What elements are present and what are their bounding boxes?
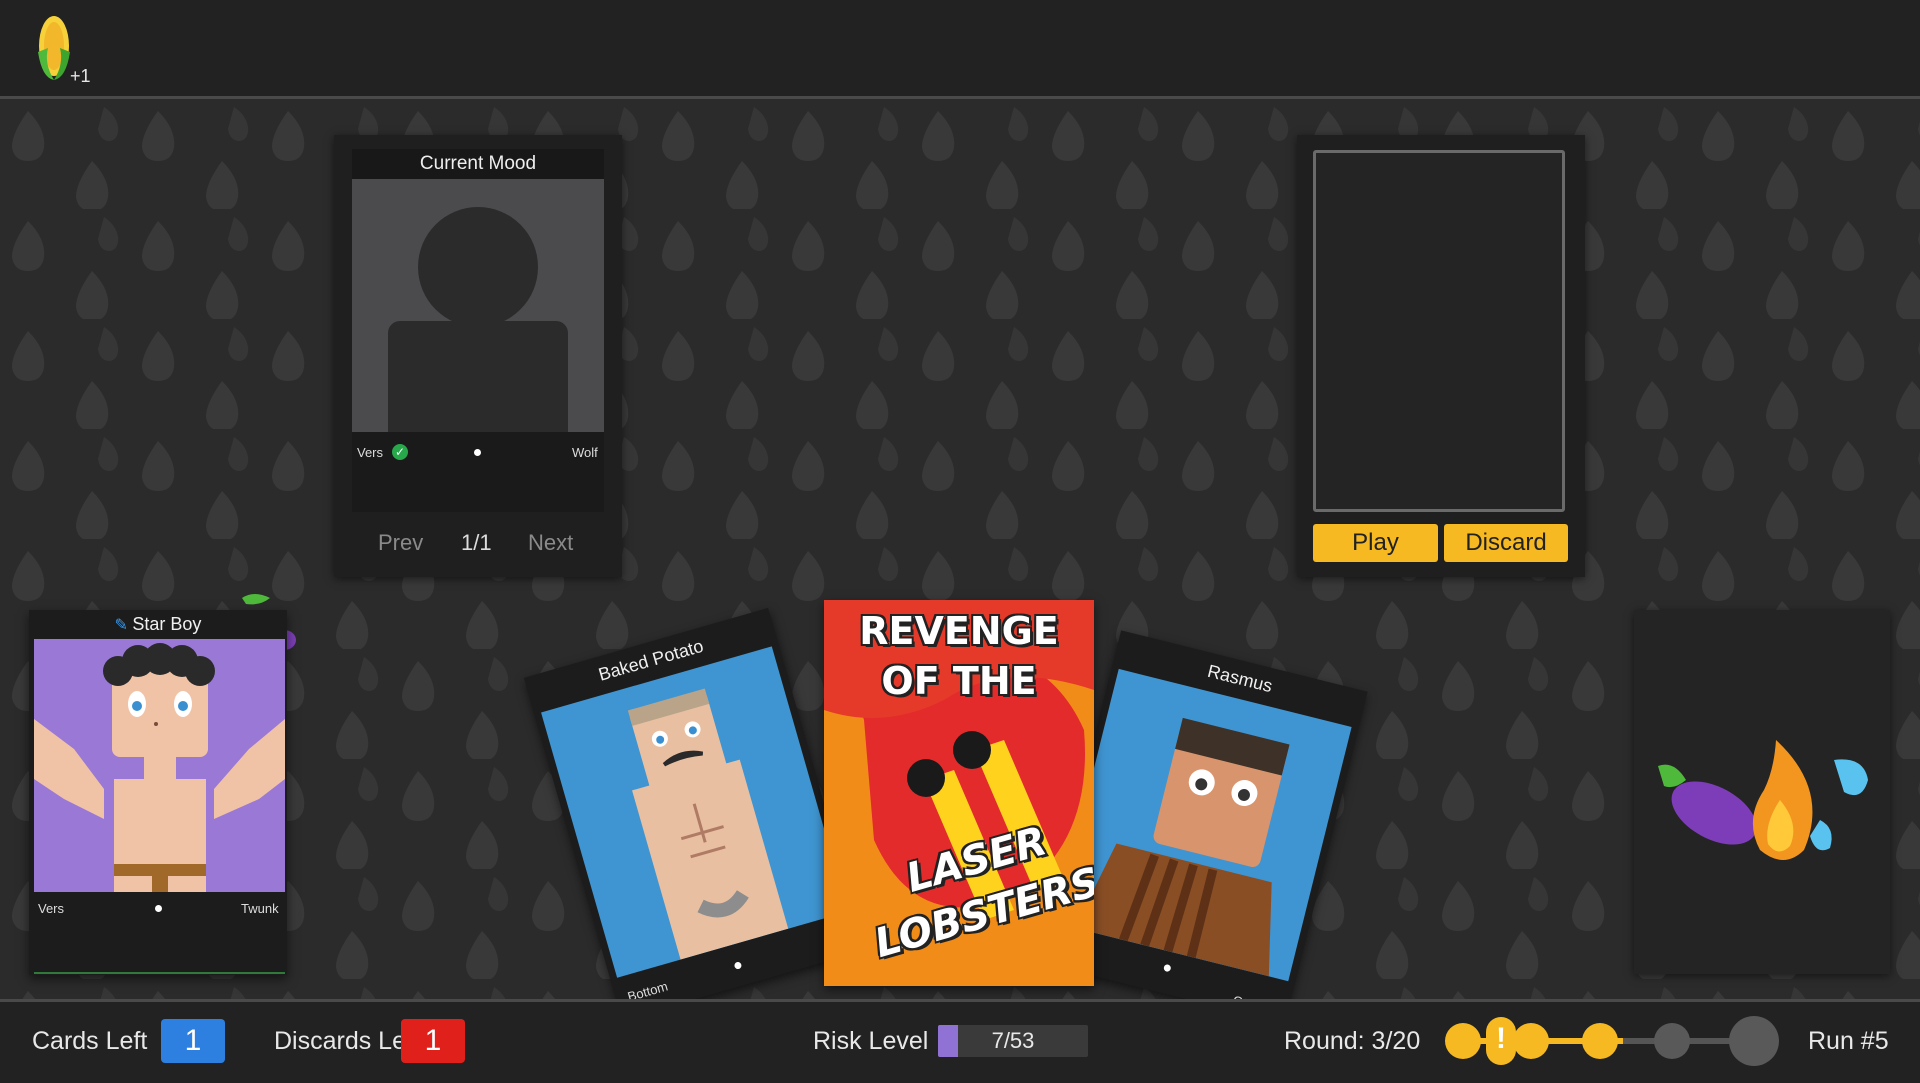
card-stat-left: Vers	[38, 901, 65, 916]
card-drop-slot[interactable]	[1313, 150, 1565, 512]
pen-icon: ✎	[114, 617, 128, 634]
card-title-bar: ✎ Star Boy	[29, 610, 287, 638]
card-dot	[155, 905, 162, 912]
boss-warning-icon: !	[1486, 1017, 1516, 1065]
fire-icon	[1752, 740, 1813, 860]
prev-button[interactable]: Prev	[378, 530, 423, 556]
round-node-2	[1513, 1023, 1549, 1059]
card-name: Star Boy	[132, 614, 202, 634]
round-node-4	[1654, 1023, 1690, 1059]
event-title-top: REVENGE OF THE	[859, 609, 1059, 703]
page-indicator: 1/1	[461, 530, 492, 555]
hand-card-laser-lobsters[interactable]: REVENGE OF THE LASER LOBSTERS!	[824, 600, 1094, 986]
round-track: !	[1443, 1016, 1783, 1066]
play-slot-panel: Play Discard	[1297, 135, 1585, 577]
mood-stat-left: Vers	[357, 445, 384, 460]
round-label: Round: 3/20	[1284, 1027, 1421, 1055]
corn-icon[interactable]	[34, 12, 74, 84]
card-stat-right: Twunk	[241, 901, 279, 916]
card-dot	[1163, 963, 1172, 973]
deck-emoji	[1658, 740, 1868, 860]
currency-bonus: +1	[70, 66, 91, 86]
card-progress-line	[34, 972, 285, 974]
top-bar: +1	[0, 0, 1920, 99]
mood-stat-right: Wolf	[572, 445, 598, 460]
discards-left-label: Discards Left	[274, 1027, 420, 1055]
mood-silhouette	[352, 179, 604, 432]
mood-title: Current Mood	[352, 149, 604, 179]
next-button[interactable]: Next	[528, 530, 573, 556]
discard-button[interactable]: Discard	[1444, 524, 1568, 562]
risk-level-label: Risk Level	[813, 1027, 929, 1055]
round-node-1	[1445, 1023, 1481, 1059]
risk-value: 7/53	[991, 1028, 1035, 1053]
deck-pile[interactable]	[1634, 610, 1890, 974]
discards-left-counter: 1	[401, 1019, 465, 1063]
eggplant-icon	[1658, 764, 1757, 845]
run-label: Run #5	[1808, 1027, 1889, 1055]
cards-left-counter: 1	[161, 1019, 225, 1063]
play-button[interactable]: Play	[1313, 524, 1438, 562]
checkmark-icon: ✓	[392, 444, 408, 460]
round-node-3	[1582, 1023, 1618, 1059]
risk-meter: 7/53	[938, 1025, 1088, 1057]
mood-dot	[474, 449, 481, 456]
star-boy-portrait	[34, 639, 285, 892]
droplets-icon	[1810, 759, 1868, 851]
star-boy-card[interactable]: ✎ Star Boy Vers Twunk	[29, 610, 287, 975]
card-dot	[733, 961, 743, 970]
cards-left-label: Cards Left	[32, 1027, 148, 1055]
round-node-boss	[1729, 1016, 1779, 1066]
current-mood-panel: Current Mood Vers ✓ Wolf Prev 1/1 Next	[334, 135, 622, 577]
